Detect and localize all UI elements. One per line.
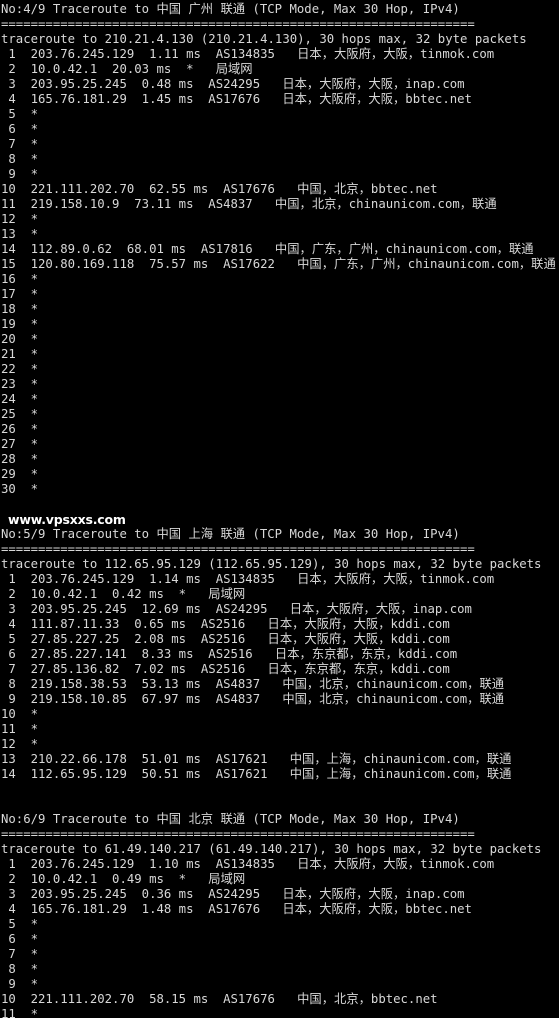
hop-row: 5 * <box>1 917 39 931</box>
terminal-output: No:4/9 Traceroute to 中国 广州 联通 (TCP Mode,… <box>0 0 559 1018</box>
hop-row: 10 * <box>1 707 39 721</box>
hop-row: 27 * <box>1 437 39 451</box>
hop-row: 9 * <box>1 977 39 991</box>
hop-row: 1 203.76.245.129 1.14 ms AS134835 日本，大阪府… <box>1 572 495 586</box>
hop-row: 26 * <box>1 422 39 436</box>
hop-row: 13 210.22.66.178 51.01 ms AS17621 中国，上海，… <box>1 752 512 766</box>
hop-row: 7 * <box>1 947 39 961</box>
hop-row: 3 203.95.25.245 0.48 ms AS24295 日本，大阪府，大… <box>1 77 465 91</box>
hop-row: 14 112.65.95.129 50.51 ms AS17621 中国，上海，… <box>1 767 512 781</box>
hop-row: 11 * <box>1 1007 39 1018</box>
hop-row: 28 * <box>1 452 39 466</box>
hop-row: 24 * <box>1 392 39 406</box>
hop-row: 12 * <box>1 212 39 226</box>
traceroute-intro: traceroute to 61.49.140.217 (61.49.140.2… <box>1 842 542 856</box>
block-gap-2 <box>1 797 559 812</box>
block-gap <box>1 782 559 797</box>
hop-row: 4 165.76.181.29 1.45 ms AS17676 日本，大阪府，大… <box>1 92 472 106</box>
hop-row: 7 * <box>1 137 39 151</box>
hop-row: 21 * <box>1 347 39 361</box>
hop-row: 6 * <box>1 932 39 946</box>
hop-row: 2 10.0.42.1 0.49 ms * 局域网 <box>1 872 246 886</box>
traceroute-block-header: No:5/9 Traceroute to 中国 上海 联通 (TCP Mode,… <box>1 527 460 541</box>
hop-row: 22 * <box>1 362 39 376</box>
hop-row: 6 27.85.227.141 8.33 ms AS2516 日本，东京都，东京… <box>1 647 458 661</box>
hop-row: 8 * <box>1 152 39 166</box>
hop-row: 18 * <box>1 302 39 316</box>
hop-row: 11 219.158.10.9 73.11 ms AS4837 中国，北京，ch… <box>1 197 497 211</box>
hop-row: 8 219.158.38.53 53.13 ms AS4837 中国，北京，ch… <box>1 677 505 691</box>
traceroute-intro: traceroute to 112.65.95.129 (112.65.95.1… <box>1 557 542 571</box>
hop-row: 6 * <box>1 122 39 136</box>
separator-rule: ========================================… <box>1 827 475 841</box>
traceroute-intro: traceroute to 210.21.4.130 (210.21.4.130… <box>1 32 527 46</box>
hop-row: 12 * <box>1 737 39 751</box>
hop-row: 3 203.95.25.245 0.36 ms AS24295 日本，大阪府，大… <box>1 887 465 901</box>
hop-row: 13 * <box>1 227 39 241</box>
hop-row: 15 120.80.169.118 75.57 ms AS17622 中国，广东… <box>1 257 556 271</box>
hop-row: 5 * <box>1 107 39 121</box>
hop-row: 1 203.76.245.129 1.10 ms AS134835 日本，大阪府… <box>1 857 495 871</box>
hop-row: 5 27.85.227.25 2.08 ms AS2516 日本，大阪府，大阪，… <box>1 632 450 646</box>
hop-row: 4 165.76.181.29 1.48 ms AS17676 日本，大阪府，大… <box>1 902 472 916</box>
hop-row: 2 10.0.42.1 20.03 ms * 局域网 <box>1 62 253 76</box>
hop-row: 14 112.89.0.62 68.01 ms AS17816 中国，广东，广州… <box>1 242 534 256</box>
hop-row: 10 221.111.202.70 58.15 ms AS17676 中国，北京… <box>1 992 438 1006</box>
hop-row: 17 * <box>1 287 39 301</box>
hop-row: 9 * <box>1 167 39 181</box>
hop-row: 29 * <box>1 467 39 481</box>
hop-row: 9 219.158.10.85 67.97 ms AS4837 中国，北京，ch… <box>1 692 505 706</box>
hop-row: 11 * <box>1 722 39 736</box>
hop-row: 19 * <box>1 317 39 331</box>
hop-row: 30 * <box>1 482 39 496</box>
hop-row: 23 * <box>1 377 39 391</box>
hop-row: 2 10.0.42.1 0.42 ms * 局域网 <box>1 587 246 601</box>
hop-row: 25 * <box>1 407 39 421</box>
hop-row: 20 * <box>1 332 39 346</box>
hop-row: 1 203.76.245.129 1.11 ms AS134835 日本，大阪府… <box>1 47 495 61</box>
hop-row: 10 221.111.202.70 62.55 ms AS17676 中国，北京… <box>1 182 438 196</box>
site-watermark: www.vpsxxs.com <box>8 512 126 527</box>
block-gap <box>1 497 559 512</box>
traceroute-block-header: No:4/9 Traceroute to 中国 广州 联通 (TCP Mode,… <box>1 2 460 16</box>
hop-row: 3 203.95.25.245 12.69 ms AS24295 日本，大阪府，… <box>1 602 472 616</box>
hop-row: 7 27.85.136.82 7.02 ms AS2516 日本，东京都，东京，… <box>1 662 450 676</box>
separator-rule: ========================================… <box>1 17 475 31</box>
hop-row: 4 111.87.11.33 0.65 ms AS2516 日本，大阪府，大阪，… <box>1 617 450 631</box>
hop-row: 16 * <box>1 272 39 286</box>
separator-rule: ========================================… <box>1 542 475 556</box>
hop-row: 8 * <box>1 962 39 976</box>
traceroute-block-header: No:6/9 Traceroute to 中国 北京 联通 (TCP Mode,… <box>1 812 460 826</box>
